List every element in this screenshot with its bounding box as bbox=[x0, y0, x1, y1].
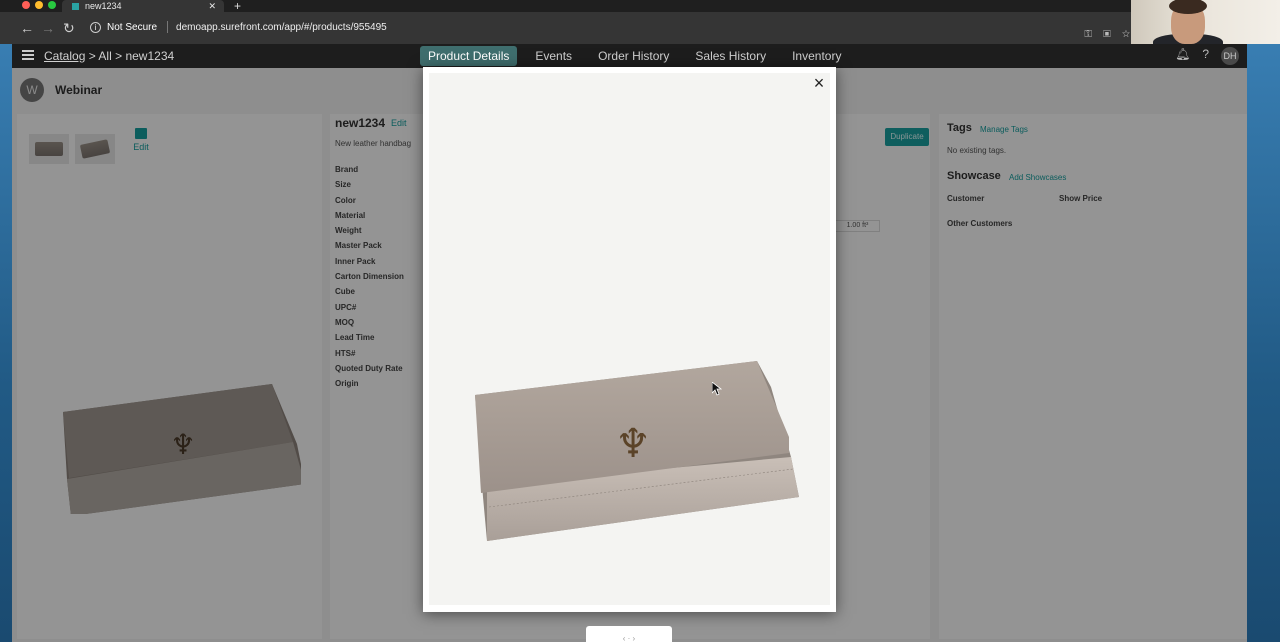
translate-icon[interactable]: ▣ bbox=[1103, 29, 1111, 40]
svg-text:♆: ♆ bbox=[615, 421, 651, 467]
mouse-cursor-icon bbox=[712, 382, 722, 396]
product-image-large: ♆ bbox=[475, 361, 799, 541]
address-separator bbox=[167, 21, 169, 34]
tab-title: new1234 bbox=[85, 1, 122, 11]
tab-order-history[interactable]: Order History bbox=[590, 46, 677, 66]
breadcrumb-current: new1234 bbox=[125, 49, 175, 63]
forward-arrow-icon[interactable]: → bbox=[41, 20, 55, 36]
breadcrumb-separator: > bbox=[88, 49, 96, 63]
tab-sales-history[interactable]: Sales History bbox=[687, 46, 774, 66]
user-avatar[interactable]: DH bbox=[1221, 47, 1239, 65]
close-modal-button[interactable]: × bbox=[811, 74, 827, 92]
breadcrumb-separator: > bbox=[115, 49, 123, 63]
breadcrumb-all[interactable]: All bbox=[98, 49, 111, 63]
tab-product-details[interactable]: Product Details bbox=[420, 46, 518, 66]
address-bar[interactable]: i Not Secure demoapp.surefront.com/app/#/p… bbox=[84, 17, 1134, 39]
bell-icon[interactable]: 🔔︎ bbox=[1175, 47, 1190, 65]
help-icon[interactable]: ? bbox=[1202, 47, 1209, 65]
breadcrumb: Catalog > All > new1234 bbox=[44, 48, 174, 64]
modal-image-area: ♆ bbox=[429, 73, 830, 605]
browser-tab[interactable]: new1234 ✕ bbox=[62, 0, 224, 12]
back-arrow-icon[interactable]: ← bbox=[20, 20, 34, 36]
webcam-overlay bbox=[1131, 0, 1280, 44]
minimize-window-button[interactable] bbox=[35, 1, 43, 9]
bookmark-star-icon[interactable]: ☆ bbox=[1122, 29, 1130, 40]
security-label: Not Secure bbox=[107, 22, 158, 33]
omnibox-icons: ⚿ ▣ ☆ bbox=[1084, 29, 1130, 40]
key-icon[interactable]: ⚿ bbox=[1084, 29, 1092, 40]
menu-icon[interactable] bbox=[22, 50, 34, 60]
browser-tab-strip: new1234 ✕ + bbox=[0, 0, 1280, 13]
surefront-favicon-icon bbox=[72, 3, 79, 11]
breadcrumb-catalog[interactable]: Catalog bbox=[44, 49, 85, 63]
tab-events[interactable]: Events bbox=[527, 46, 580, 66]
image-viewer-modal: ♆ × bbox=[423, 67, 836, 612]
product-tabs: Product Details Events Order History Sal… bbox=[420, 46, 859, 66]
info-icon[interactable]: i bbox=[90, 21, 101, 33]
close-window-button[interactable] bbox=[22, 1, 30, 9]
tab-inventory[interactable]: Inventory bbox=[784, 46, 849, 66]
image-pager[interactable]: ‹ · › bbox=[586, 626, 672, 642]
close-tab-icon[interactable]: ✕ bbox=[208, 0, 216, 12]
url-text: demoapp.surefront.com/app/#/products/955… bbox=[176, 22, 387, 33]
browser-toolbar: ← → ↻ i Not Secure demoapp.surefront.com/a… bbox=[0, 12, 1280, 44]
maximize-window-button[interactable] bbox=[48, 1, 56, 9]
reload-icon[interactable]: ↻ bbox=[63, 20, 75, 36]
header-actions: 🔔︎ ? DH bbox=[1175, 47, 1239, 65]
app-header: Catalog > All > new1234 Product Details … bbox=[12, 44, 1247, 68]
